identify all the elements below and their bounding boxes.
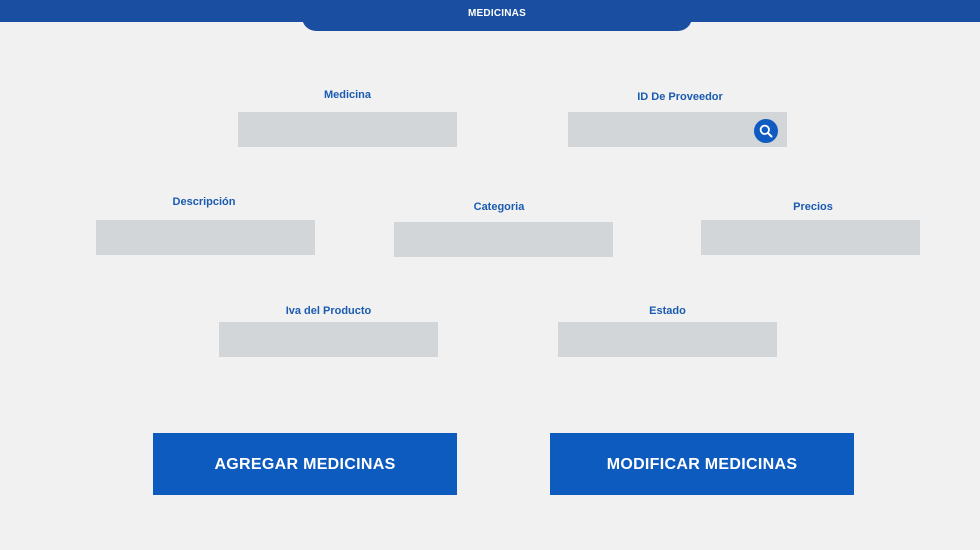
- iva-label: Iva del Producto: [285, 305, 372, 317]
- descripcion-label: Descripción: [172, 196, 236, 208]
- estado-input[interactable]: [558, 322, 777, 357]
- precios-label: Precios: [793, 201, 833, 213]
- descripcion-input[interactable]: [96, 220, 315, 255]
- medicina-input[interactable]: [238, 112, 457, 147]
- precios-input[interactable]: [701, 220, 920, 255]
- modificar-medicinas-button[interactable]: MODIFICAR MEDICINAS: [550, 433, 854, 495]
- iva-input[interactable]: [219, 322, 438, 357]
- agregar-medicinas-button[interactable]: AGREGAR MEDICINAS: [153, 433, 457, 495]
- search-icon: [759, 124, 773, 138]
- page-title: MEDICINAS: [302, 0, 692, 31]
- categoria-label: Categoria: [473, 201, 525, 213]
- categoria-input[interactable]: [394, 222, 613, 257]
- search-proveedor-button[interactable]: [754, 119, 778, 143]
- estado-label: Estado: [649, 305, 686, 317]
- id-proveedor-label: ID De Proveedor: [637, 91, 723, 103]
- medicina-label: Medicina: [323, 89, 372, 101]
